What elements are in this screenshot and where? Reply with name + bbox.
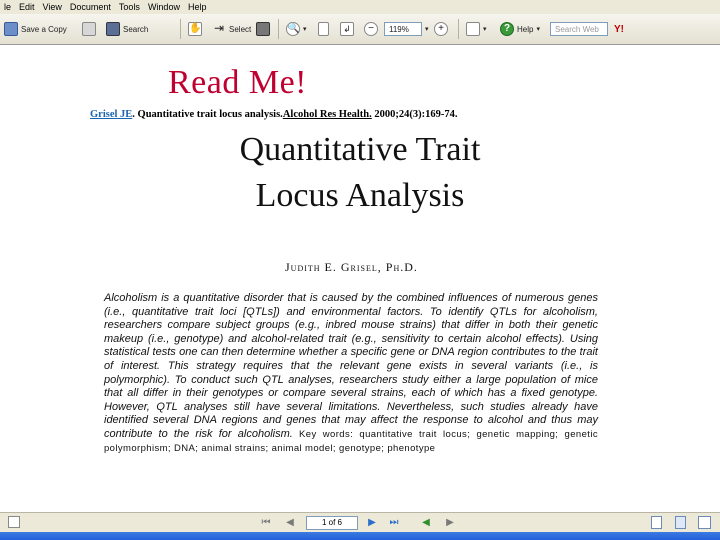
citation: Grisel JE. Quantitative trait locus anal… [90,109,458,120]
binoculars-icon [106,22,120,36]
printer-icon [82,22,96,36]
menu-view[interactable]: View [39,0,66,14]
author-link[interactable]: Grisel JE [90,109,132,120]
zoom-out-button[interactable]: − [364,20,378,38]
abstract-text: Alcoholism is a quantitative disorder th… [104,292,598,440]
actual-size-button[interactable] [318,20,329,38]
toolbar: Save a Copy Search ✋ ⇥ Select 🔍 ▾ ↲ − 11… [0,14,720,45]
chevron-down-icon: ▾ [303,26,307,33]
chevron-down-icon: ▾ [425,26,429,33]
page-number-field[interactable]: 1 of 6 [306,516,358,530]
continuous-button[interactable] [672,516,688,530]
document-icon [8,516,20,528]
hand-tool-button[interactable]: ✋ [188,20,202,38]
previous-page-icon: ◀ [286,517,294,528]
menu-window[interactable]: Window [144,0,184,14]
help-icon: ? [500,22,514,36]
facing-pages-button[interactable] [696,516,712,530]
menu-edit[interactable]: Edit [15,0,39,14]
windows-taskbar [0,532,720,540]
article-abstract: Alcoholism is a quantitative disorder th… [104,292,598,455]
next-view-button[interactable]: ▶ [442,516,458,530]
keywords-label: Key words: [299,428,354,440]
magnifier-icon: 🔍 [286,22,300,36]
forward-arrow-icon: ▶ [446,517,454,528]
single-page-icon [650,516,662,529]
page-layout-icon [466,22,480,36]
last-page-icon: ⏭ [389,517,399,528]
document-top-border [0,44,720,45]
menu-tools[interactable]: Tools [115,0,144,14]
article-title-line-2: Locus Analysis [255,177,465,214]
article-author: Judith E. Grisel, Ph.D. [285,260,418,274]
toolbar-separator [180,19,181,39]
single-page-button[interactable] [648,516,664,530]
search-web-field[interactable]: Search Web [550,22,608,36]
fit-page-button[interactable]: ↲ [340,20,354,38]
page-icon [318,22,329,36]
menu-file[interactable]: le [0,0,15,14]
status-bar: ⏮ ◀ 1 of 6 ▶ ⏭ ◀ ▶ [0,512,720,533]
camera-icon [256,22,270,36]
select-tool-button[interactable]: ⇥ Select [212,20,251,38]
menu-document[interactable]: Document [66,0,115,14]
search-web-input[interactable]: Search Web [550,20,608,38]
zoom-in-icon: + [434,22,448,36]
back-arrow-icon: ◀ [422,517,430,528]
first-page-icon: ⏮ [261,517,271,528]
toolbar-separator [458,19,459,39]
chevron-down-icon: ▾ [483,26,487,33]
page-layout-button[interactable]: ▾ [466,20,487,38]
floppy-disk-icon [4,22,18,36]
yahoo-logo: Y! [614,23,624,35]
facing-pages-icon [697,516,711,529]
read-me-heading: Read Me! [168,64,308,101]
print-button[interactable] [82,20,96,38]
toolbar-separator [278,19,279,39]
next-page-icon: ▶ [368,517,376,528]
zoom-in-button[interactable]: + [434,20,448,38]
next-page-button[interactable]: ▶ [364,516,380,530]
article-title-line-1: Quantitative Trait [239,131,481,168]
journal-link[interactable]: Alcohol Res Health. [283,109,372,120]
zoom-out-icon: − [364,22,378,36]
previous-view-button[interactable]: ◀ [418,516,434,530]
select-label: Select [229,24,252,34]
text-cursor-icon: ⇥ [213,21,225,35]
citation-details: 2000;24(3):169-74. [371,109,458,120]
zoom-tool-button[interactable]: 🔍 ▾ [286,20,307,38]
snapshot-button[interactable] [256,20,270,38]
save-copy-button[interactable]: Save a Copy [4,20,67,38]
document-view: Read Me! Grisel JE. Quantitative trait l… [0,44,720,512]
hand-icon: ✋ [188,22,202,36]
help-button[interactable]: ? Help ▾ [500,20,540,38]
search-button[interactable]: Search [106,20,148,38]
zoom-level-field[interactable]: 119% ▾ [384,20,429,38]
first-page-button[interactable]: ⏮ [258,516,274,530]
yahoo-button[interactable]: Y! [614,20,624,38]
continuous-icon [674,516,686,529]
save-copy-label: Save a Copy [21,24,67,34]
fit-page-icon: ↲ [340,22,354,36]
previous-page-button[interactable]: ◀ [282,516,298,530]
help-label: Help [517,24,534,34]
last-page-button[interactable]: ⏭ [386,516,402,530]
menu-bar: le Edit View Document Tools Window Help [0,0,720,14]
search-label: Search [123,24,149,34]
menu-help[interactable]: Help [184,0,211,14]
citation-title: . Quantitative trait locus analysis. [132,109,283,120]
zoom-level-value[interactable]: 119% [384,22,422,36]
chevron-down-icon: ▾ [536,26,540,33]
pages-panel-button[interactable] [6,516,22,530]
